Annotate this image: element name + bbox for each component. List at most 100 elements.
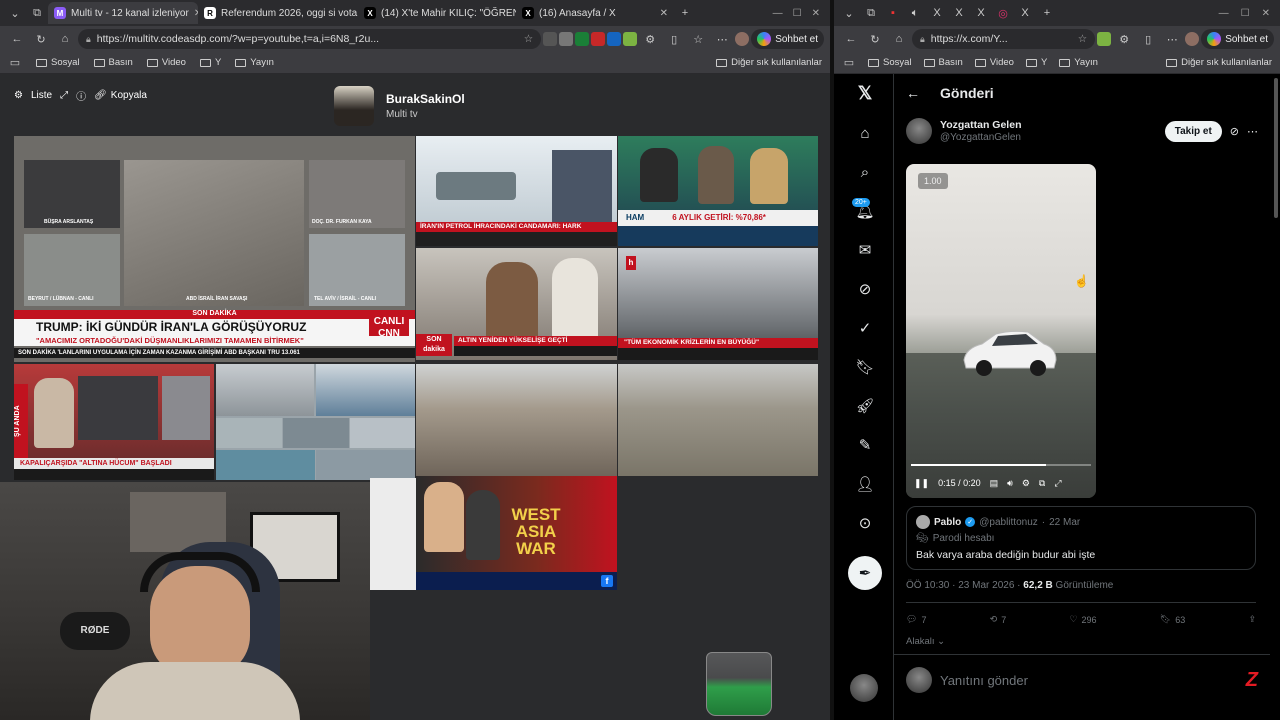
search-icon[interactable]: ⌕ bbox=[854, 161, 876, 183]
other-favorites[interactable]: Diğer sık kullanılanlar bbox=[1166, 57, 1272, 68]
video-feed-west-asia-war[interactable]: WEST ASIA WAR f bbox=[416, 476, 617, 590]
bookmark-folder[interactable]: Sosyal bbox=[36, 57, 80, 68]
info-icon[interactable]: ⓘ bbox=[76, 88, 86, 103]
new-tab-icon[interactable]: + bbox=[674, 2, 696, 24]
reply-input[interactable]: Yanıtını gönder bbox=[940, 673, 1028, 688]
x-tab-icon[interactable]: X bbox=[1014, 2, 1036, 24]
copilot-button[interactable]: Sohbet et bbox=[1201, 29, 1274, 49]
split-screen-icon[interactable]: ▯ bbox=[663, 28, 685, 50]
playback-speed[interactable]: 1.00 bbox=[918, 173, 948, 189]
post-compose-button[interactable]: ✒ bbox=[848, 556, 882, 590]
home-icon[interactable]: ⌂ bbox=[888, 28, 910, 50]
more-icon[interactable]: ⋯ bbox=[711, 28, 733, 50]
extension-icon[interactable] bbox=[623, 32, 638, 46]
x-tab-icon[interactable]: X bbox=[948, 2, 970, 24]
extension-icon[interactable] bbox=[1097, 32, 1112, 46]
more-options-icon[interactable]: ⋯ bbox=[1247, 125, 1258, 138]
tab-multitv[interactable]: M Multi tv - 12 kanal izleniyor ✕ bbox=[48, 2, 198, 24]
bookmark-folder[interactable]: Sosyal bbox=[868, 57, 912, 68]
bookmark-folder[interactable]: Video bbox=[146, 57, 186, 68]
copy-link-button[interactable]: 🔗︎ Kopyala bbox=[94, 90, 147, 101]
tab-referendum[interactable]: R Referendum 2026, oggi si vota: le ✕ bbox=[198, 2, 358, 24]
list-button[interactable]: Liste bbox=[31, 90, 52, 101]
post-timestamp[interactable]: ÖÖ 10:30 · 23 Mar 2026 · bbox=[906, 580, 1021, 591]
author-handle[interactable]: @YozgattanGelen bbox=[940, 132, 1021, 143]
follow-button[interactable]: Takip et bbox=[1164, 120, 1222, 142]
url-field[interactable]: 🔒︎ https://multitv.codeasdp.com/?w=p=you… bbox=[78, 29, 542, 49]
tab-favicon-icon[interactable]: ▪ bbox=[882, 2, 904, 24]
video-feed-studio[interactable]: HAM 6 AYLIK GETİRİ: %70,86* bbox=[618, 136, 818, 246]
x-tab-icon[interactable]: X bbox=[926, 2, 948, 24]
quoted-post[interactable]: Pablo ✓ @pablittonuz · 22 Mar 🎭︎ Parodi h… bbox=[906, 506, 1256, 570]
favorites-icon[interactable]: ☆ bbox=[687, 28, 709, 50]
relevance-sort[interactable]: Alakalı ⌄ bbox=[906, 636, 945, 647]
workspaces-icon[interactable]: ⧉ bbox=[860, 2, 882, 24]
extension-icon[interactable] bbox=[591, 32, 606, 46]
grok-explain-icon[interactable]: ⊘ bbox=[1230, 125, 1239, 138]
minimize-icon[interactable]: — bbox=[1219, 8, 1229, 19]
settings-icon[interactable]: ⚙ bbox=[14, 90, 23, 101]
bookmark-folder[interactable]: Yayın bbox=[235, 57, 274, 68]
author-avatar[interactable] bbox=[906, 118, 932, 144]
settings-icon[interactable]: ⚙ bbox=[1113, 28, 1135, 50]
share-button[interactable]: ⇪ bbox=[1248, 614, 1256, 625]
bookmark-folder[interactable]: Y bbox=[1025, 57, 1047, 68]
bookmark-folder[interactable]: Basın bbox=[923, 57, 963, 68]
home-icon[interactable]: ⌂ bbox=[854, 122, 876, 144]
extension-icon[interactable] bbox=[575, 32, 590, 46]
fullscreen-icon[interactable]: ⤢ bbox=[60, 90, 68, 101]
bookmarks-icon[interactable]: 🔖︎ bbox=[854, 356, 876, 378]
minimize-icon[interactable]: — bbox=[773, 8, 783, 19]
x-tab-icon[interactable]: X bbox=[970, 2, 992, 24]
back-icon[interactable]: ← bbox=[6, 28, 28, 50]
video-feed-camera-grid[interactable] bbox=[216, 364, 415, 480]
video-feed-halk[interactable]: h "TÜM EKONOMİK KRİZLERİN EN BÜYÜĞÜ" bbox=[618, 248, 818, 360]
grok-icon[interactable]: ⊘ bbox=[854, 278, 876, 300]
close-icon[interactable]: ✕ bbox=[660, 8, 668, 19]
mute-icon[interactable]: 🔈︎ bbox=[904, 2, 926, 24]
pip-icon[interactable]: ⧉ bbox=[1039, 478, 1045, 489]
extension-icon[interactable] bbox=[543, 32, 558, 46]
reload-icon[interactable]: ↻ bbox=[30, 28, 52, 50]
account-avatar[interactable] bbox=[850, 674, 878, 702]
bookmark-button[interactable]: 🔖︎ 63 bbox=[1160, 614, 1185, 625]
author-name[interactable]: Yozgattan Gelen bbox=[940, 119, 1021, 131]
favorite-star-icon[interactable]: ☆ bbox=[1078, 33, 1087, 45]
fullscreen-icon[interactable]: ⤢ bbox=[1054, 478, 1061, 489]
volume-icon[interactable]: 🔊︎ bbox=[1007, 478, 1013, 489]
maximize-icon[interactable]: ☐ bbox=[793, 8, 802, 19]
settings-icon[interactable]: ⚙ bbox=[639, 28, 661, 50]
video-feed-city[interactable] bbox=[416, 364, 617, 476]
workspaces-icon[interactable]: ⧉ bbox=[26, 2, 48, 24]
maximize-icon[interactable]: ☐ bbox=[1241, 8, 1250, 19]
video-feed-ktv[interactable]: İRAN'IN PETROL İHRACINDAKİ CANDAMARI: HA… bbox=[416, 136, 617, 246]
profile-avatar[interactable] bbox=[735, 32, 750, 46]
repost-button[interactable]: ⟲ 7 bbox=[990, 614, 1007, 625]
tab-actions-icon[interactable]: ⌄ bbox=[838, 2, 860, 24]
other-favorites[interactable]: Diğer sık kullanılanlar bbox=[716, 57, 822, 68]
reload-icon[interactable]: ↻ bbox=[864, 28, 886, 50]
post-video[interactable]: 1.00 ❚❚ 0:15 / 0:20 ▤ 🔊︎ ⚙ ⧉ ⤢ bbox=[906, 164, 1096, 498]
profile-avatar[interactable] bbox=[1185, 32, 1200, 46]
more-circle-icon[interactable]: ⊙ bbox=[854, 512, 876, 534]
x-logo-icon[interactable]: 𝕏 bbox=[854, 82, 876, 104]
scrollbar[interactable] bbox=[1274, 78, 1278, 218]
video-feed-newspaper[interactable] bbox=[370, 478, 416, 590]
video-feed-sozcu[interactable]: SON dakika ALTIN YENİDEN YÜKSELİŞE GEÇTİ bbox=[416, 248, 617, 360]
bookmark-folder[interactable]: Basın bbox=[93, 57, 133, 68]
reply-button[interactable]: 💬︎ 7 bbox=[906, 614, 926, 625]
favorite-star-icon[interactable]: ☆ bbox=[524, 33, 533, 45]
pause-icon[interactable]: ❚❚ bbox=[914, 478, 929, 489]
url-field[interactable]: 🔒︎ https://x.com/Y... ☆ bbox=[912, 29, 1096, 49]
extension-icon[interactable] bbox=[559, 32, 574, 46]
instagram-tab-icon[interactable]: ◎ bbox=[992, 2, 1014, 24]
tab-actions-icon[interactable]: ⌄ bbox=[4, 2, 26, 24]
bookmark-folder[interactable]: Video bbox=[974, 57, 1014, 68]
settings-icon[interactable]: ⚙ bbox=[1022, 478, 1030, 489]
close-window-icon[interactable]: ✕ bbox=[1262, 8, 1270, 19]
extension-icon[interactable] bbox=[607, 32, 622, 46]
video-feed-cnn[interactable]: BÜŞRA ARSLANTAŞ DOÇ. DR. FURKAN KAYA BEY… bbox=[14, 136, 415, 362]
more-icon[interactable]: ⋯ bbox=[1161, 28, 1183, 50]
close-window-icon[interactable]: ✕ bbox=[812, 8, 820, 19]
back-arrow-icon[interactable]: ← bbox=[906, 85, 920, 101]
